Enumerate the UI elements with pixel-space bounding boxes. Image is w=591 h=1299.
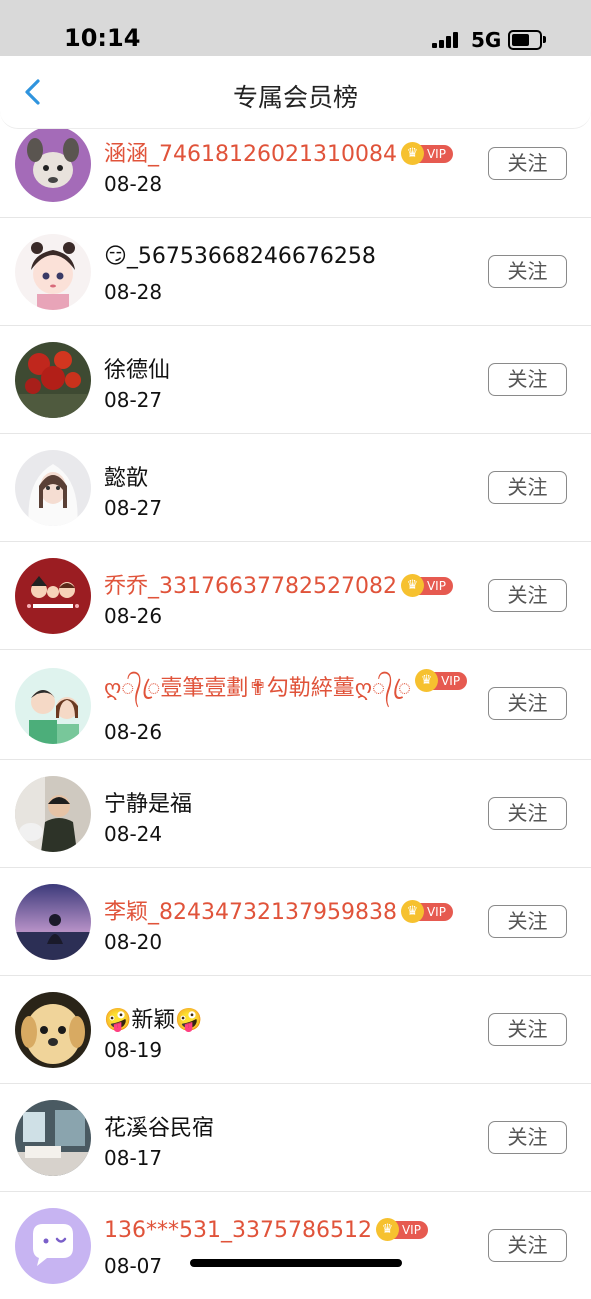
follow-button[interactable]: 关注 <box>488 1121 567 1154</box>
list-item[interactable]: 花溪谷民宿 08-17 关注 <box>0 1084 591 1192</box>
member-name: 乔乔_33176637782527082 ♛ VIP <box>104 568 453 600</box>
red-flowers-avatar[interactable] <box>15 342 91 418</box>
member-name-text: 136***531_3375786512 <box>104 1218 372 1243</box>
member-name-text: ღ᭄ꦿ壹筆壹劃✟勾勒綷薑ღ᭄ꦿ <box>104 676 412 701</box>
list-item[interactable]: 懿歆 08-27 关注 <box>0 434 591 542</box>
member-date: 08-17 <box>104 1146 163 1170</box>
follow-button[interactable]: 关注 <box>488 1229 567 1262</box>
crown-icon: ♛ <box>375 1218 399 1241</box>
follow-button[interactable]: 关注 <box>488 363 567 396</box>
vip-badge: ♛ VIP <box>415 669 468 692</box>
member-date: 08-24 <box>104 822 163 846</box>
member-date: 08-28 <box>104 280 163 304</box>
follow-button[interactable]: 关注 <box>488 471 567 504</box>
sunset-girl-avatar[interactable] <box>15 884 91 960</box>
list-item[interactable]: 😏_56753668246676258 08-28 关注 <box>0 218 591 326</box>
member-date: 08-27 <box>104 496 163 520</box>
list-item[interactable]: 徐德仙 08-27 关注 <box>0 326 591 434</box>
vip-label: VIP <box>401 1223 421 1237</box>
cartoon-girl-avatar[interactable] <box>15 234 91 310</box>
battery-icon <box>508 30 546 50</box>
network-type: 5G <box>471 28 502 52</box>
follow-button[interactable]: 关注 <box>488 687 567 720</box>
member-name: 涵涵_74618126021310084 ♛ VIP <box>104 136 453 168</box>
member-name-text: 李颖_82434732137959838 <box>104 900 397 925</box>
couple-cartoon-avatar[interactable] <box>15 668 91 744</box>
member-date: 08-26 <box>104 720 163 744</box>
vip-badge: ♛ VIP <box>375 1218 428 1241</box>
room-interior-avatar[interactable] <box>15 1100 91 1176</box>
bride-illustration-avatar[interactable] <box>15 450 91 526</box>
follow-button[interactable]: 关注 <box>488 579 567 612</box>
plush-toy-avatar[interactable] <box>15 126 91 202</box>
member-list: 涵涵_74618126021310084 ♛ VIP 08-28 关注 😏_5675… <box>0 110 591 1299</box>
member-name: 花溪谷民宿 <box>104 1116 215 1141</box>
list-item[interactable]: ღ᭄ꦿ壹筆壹劃✟勾勒綷薑ღ᭄ꦿ ♛ VIP 08-26 关注 <box>0 650 591 760</box>
member-name: 李颖_82434732137959838 ♛ VIP <box>104 894 453 926</box>
vip-label: VIP <box>426 905 446 919</box>
list-item[interactable]: 乔乔_33176637782527082 ♛ VIP 08-26 关注 <box>0 542 591 650</box>
member-name-text: 乔乔_33176637782527082 <box>104 574 397 599</box>
follow-button[interactable]: 关注 <box>488 905 567 938</box>
vip-badge: ♛ VIP <box>400 900 453 923</box>
member-name: ღ᭄ꦿ壹筆壹劃✟勾勒綷薑ღ᭄ꦿ ♛ VIP <box>104 669 468 716</box>
list-item[interactable]: 🤪新颖🤪 08-19 关注 <box>0 976 591 1084</box>
vip-badge: ♛ VIP <box>400 142 453 165</box>
follow-button[interactable]: 关注 <box>488 797 567 830</box>
crown-icon: ♛ <box>400 574 424 597</box>
crown-icon: ♛ <box>415 669 439 692</box>
nav-header: 专属会员榜 <box>0 56 591 129</box>
vip-label: VIP <box>441 674 461 688</box>
follow-button[interactable]: 关注 <box>488 255 567 288</box>
member-date: 08-07 <box>104 1254 163 1278</box>
member-name: 🤪新颖🤪 <box>104 1008 203 1033</box>
list-item[interactable]: 136***531_3375786512 ♛ VIP 08-07 关注 <box>0 1192 591 1299</box>
home-indicator[interactable] <box>190 1259 402 1267</box>
cellular-signal-icon <box>432 32 462 48</box>
member-name: 136***531_3375786512 ♛ VIP <box>104 1218 428 1243</box>
list-item[interactable]: 宁静是福 08-24 关注 <box>0 760 591 868</box>
page-title: 专属会员榜 <box>232 83 358 112</box>
vip-label: VIP <box>426 579 446 593</box>
member-name-text: 涵涵_74618126021310084 <box>104 142 397 167</box>
default-chat-avatar[interactable] <box>15 1208 91 1284</box>
crown-icon: ♛ <box>400 142 424 165</box>
family-cartoon-avatar[interactable] <box>15 558 91 634</box>
puppy-avatar[interactable] <box>15 992 91 1068</box>
member-date: 08-19 <box>104 1038 163 1062</box>
status-time: 10:14 <box>64 24 141 52</box>
status-bar: 10:14 5G <box>0 0 591 56</box>
member-date: 08-28 <box>104 172 163 196</box>
child-photo-avatar[interactable] <box>15 776 91 852</box>
member-date: 08-26 <box>104 604 163 628</box>
member-name: 😏_56753668246676258 <box>104 244 376 269</box>
member-name: 徐德仙 <box>104 358 171 383</box>
follow-button[interactable]: 关注 <box>488 147 567 180</box>
list-item[interactable]: 李颖_82434732137959838 ♛ VIP 08-20 关注 <box>0 868 591 976</box>
vip-label: VIP <box>426 147 446 161</box>
crown-icon: ♛ <box>400 900 424 923</box>
vip-badge: ♛ VIP <box>400 574 453 597</box>
member-date: 08-20 <box>104 930 163 954</box>
member-date: 08-27 <box>104 388 163 412</box>
member-name: 懿歆 <box>104 466 149 491</box>
follow-button[interactable]: 关注 <box>488 1013 567 1046</box>
member-name: 宁静是福 <box>104 792 193 817</box>
